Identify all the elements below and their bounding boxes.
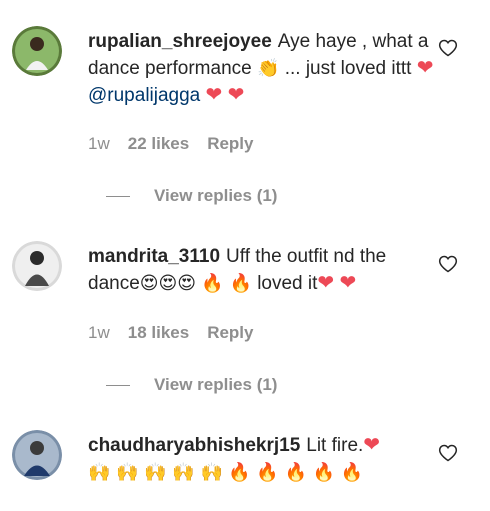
avatar-image (12, 430, 62, 480)
divider-line (106, 384, 130, 386)
view-replies-button[interactable]: View replies (1) (106, 186, 277, 206)
comment-body: ... just loved ittt (284, 58, 412, 79)
raised-hands-emoji: 🙌 🙌 🙌 🙌 🙌 (88, 462, 223, 483)
mention-link[interactable]: @rupalijagga (88, 85, 200, 106)
like-button[interactable] (438, 443, 458, 463)
heart-outline-icon (438, 444, 458, 462)
comment-timestamp: 1w (88, 323, 110, 342)
comment-meta: 1w 22 likes Reply (88, 134, 253, 154)
comment-username[interactable]: mandrita_3110 (88, 246, 220, 267)
avatar-image (12, 26, 62, 76)
divider-line (106, 195, 130, 197)
reply-button[interactable]: Reply (207, 134, 253, 154)
comment-text: mandrita_3110 Uff the outfit nd the dance… (88, 243, 443, 297)
heart-emoji: ❤ (363, 434, 381, 456)
like-button[interactable] (438, 254, 458, 274)
fire-emoji: 🔥 🔥 🔥 🔥 🔥 (228, 462, 364, 483)
heart-emoji: ❤ (416, 57, 434, 79)
likes-count[interactable]: 22 likes (128, 134, 189, 154)
like-button[interactable] (438, 38, 458, 58)
avatar[interactable] (12, 26, 62, 76)
comment-timestamp: 1w (88, 134, 110, 153)
clap-emoji: 👏 (257, 58, 280, 79)
heart-emoji: ❤ (317, 272, 335, 294)
comment-username[interactable]: chaudharyabhishekrj15 (88, 435, 300, 456)
comment-body: loved it (257, 273, 318, 294)
view-replies-button[interactable]: View replies (1) (106, 375, 277, 395)
fire-emoji: 🔥 🔥 (201, 273, 252, 294)
comment-username[interactable]: rupalian_shreejoyee (88, 31, 272, 52)
comment-text: rupalian_shreejoyee Aye haye , what a dan… (88, 28, 443, 109)
avatar[interactable] (12, 241, 62, 291)
comment-meta: 1w 18 likes Reply (88, 323, 253, 343)
heart-eyes-emoji: 😍😍😍 (139, 273, 197, 294)
comment-body: Lit fire. (306, 435, 364, 456)
heart-emoji: ❤ (227, 84, 245, 106)
heart-outline-icon (438, 255, 458, 273)
heart-emoji: ❤ (339, 272, 357, 294)
comment-text: chaudharyabhishekrj15 Lit fire.❤ 🙌 🙌 🙌 🙌 … (88, 432, 443, 486)
view-replies-label: View replies (1) (154, 375, 278, 394)
heart-outline-icon (438, 39, 458, 57)
avatar-image (12, 241, 62, 291)
reply-button[interactable]: Reply (207, 323, 253, 343)
view-replies-label: View replies (1) (154, 186, 278, 205)
likes-count[interactable]: 18 likes (128, 323, 189, 343)
heart-emoji: ❤ (205, 84, 223, 106)
avatar[interactable] (12, 430, 62, 480)
